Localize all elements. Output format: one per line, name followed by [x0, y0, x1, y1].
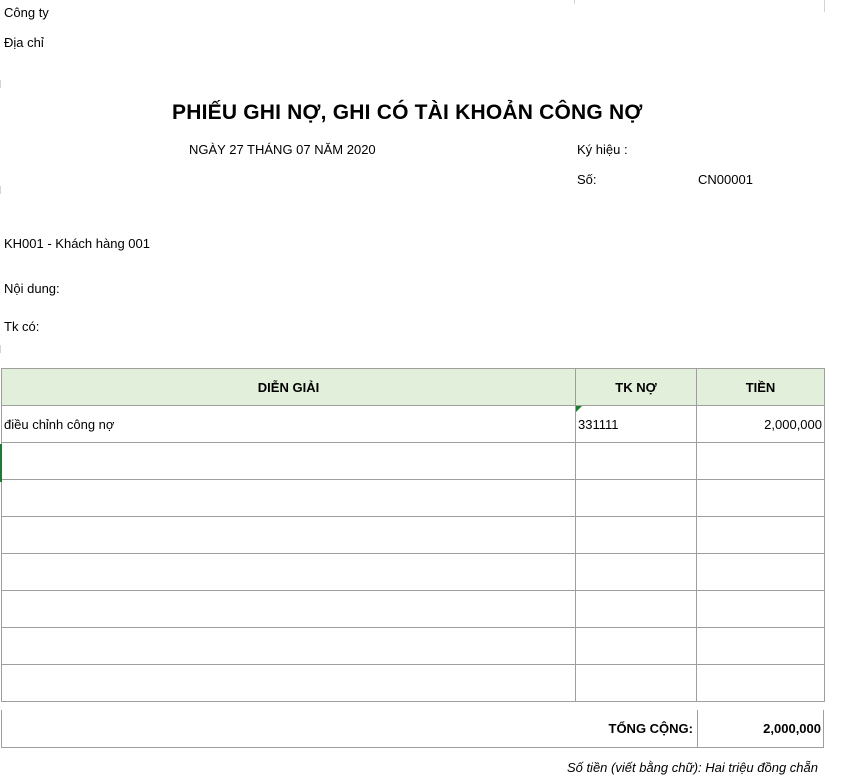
column-header-description[interactable]: DIỄN GIẢI: [1, 368, 576, 406]
debit-account-cell[interactable]: [575, 553, 697, 591]
description-cell[interactable]: [1, 627, 576, 665]
table-row: [1, 664, 825, 702]
debit-account-cell[interactable]: [575, 590, 697, 628]
document-date[interactable]: NGÀY 27 THÁNG 07 NĂM 2020: [189, 142, 376, 157]
amount-cell[interactable]: [696, 590, 825, 628]
table-row: [1, 627, 825, 665]
active-cell-indicator: [0, 444, 2, 482]
debit-account-cell[interactable]: 331111: [575, 405, 697, 443]
table-row: [1, 516, 825, 554]
company-label[interactable]: Công ty: [4, 5, 49, 20]
row-gridline-mark: [0, 186, 1, 194]
content-label[interactable]: Nội dung:: [4, 281, 60, 296]
description-cell[interactable]: [1, 664, 576, 702]
table-row: [1, 442, 825, 480]
column-header-debit-account[interactable]: TK NỢ: [575, 368, 697, 406]
description-cell[interactable]: [1, 590, 576, 628]
description-cell[interactable]: điều chỉnh công nợ: [1, 405, 576, 443]
document-number[interactable]: CN00001: [698, 172, 753, 187]
description-cell[interactable]: [1, 479, 576, 517]
table-row: [1, 479, 825, 517]
table-row: [1, 553, 825, 591]
amount-cell[interactable]: [696, 516, 825, 554]
amount-cell[interactable]: [696, 442, 825, 480]
document-title[interactable]: PHIẾU GHI NỢ, GHI CÓ TÀI KHOẢN CÔNG NỢ: [172, 101, 642, 125]
debit-account-cell[interactable]: [575, 442, 697, 480]
symbol-label[interactable]: Ký hiệu :: [577, 142, 628, 157]
description-cell[interactable]: [1, 516, 576, 554]
description-cell[interactable]: [1, 442, 576, 480]
amount-cell[interactable]: [696, 664, 825, 702]
spreadsheet-sheet: Công ty Địa chỉ PHIẾU GHI NỢ, GHI CÓ TÀI…: [0, 0, 842, 776]
customer-name[interactable]: KH001 - Khách hàng 001: [4, 236, 150, 251]
credit-account-label[interactable]: Tk có:: [4, 319, 39, 334]
amount-cell[interactable]: [696, 627, 825, 665]
column-divider-tick: [824, 0, 825, 12]
debit-account-cell[interactable]: [575, 664, 697, 702]
total-value[interactable]: 2,000,000: [763, 721, 821, 736]
amount-in-words[interactable]: Số tiền (viết bằng chữ): Hai triệu đồng …: [567, 760, 818, 775]
entries-table: DIỄN GIẢI TK NỢ TIỀN điều chỉnh công nợ …: [1, 368, 825, 702]
column-divider-tick: [574, 0, 575, 4]
row-gridline-mark: [0, 80, 1, 88]
debit-account-cell[interactable]: [575, 479, 697, 517]
amount-cell[interactable]: [696, 553, 825, 591]
amount-cell[interactable]: 2,000,000: [696, 405, 825, 443]
debit-account-cell[interactable]: [575, 516, 697, 554]
total-label[interactable]: TỔNG CỘNG:: [609, 721, 694, 736]
address-label[interactable]: Địa chỉ: [4, 35, 44, 50]
debit-account-cell[interactable]: [575, 627, 697, 665]
row-gridline-mark: [0, 345, 1, 353]
description-cell[interactable]: [1, 553, 576, 591]
column-header-amount[interactable]: TIỀN: [696, 368, 825, 406]
table-header-row: DIỄN GIẢI TK NỢ TIỀN: [1, 368, 825, 406]
total-row: TỔNG CỘNG: 2,000,000: [1, 710, 824, 748]
number-label[interactable]: Số:: [577, 172, 597, 187]
amount-cell[interactable]: [696, 479, 825, 517]
table-row: [1, 590, 825, 628]
total-divider: [697, 710, 698, 748]
table-row: điều chỉnh công nợ 331111 2,000,000: [1, 405, 825, 443]
